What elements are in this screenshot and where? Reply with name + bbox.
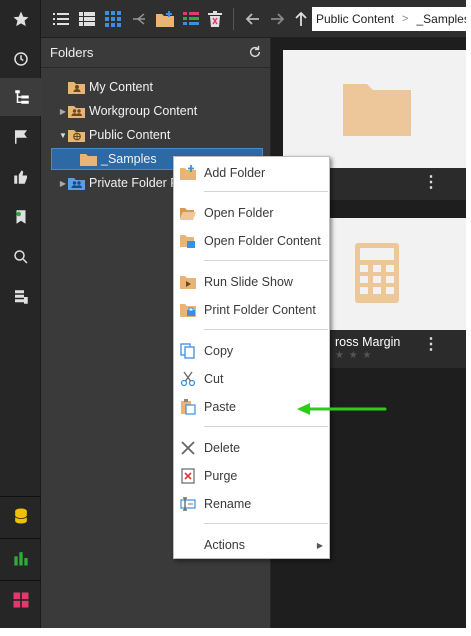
- menu-item-label: Purge: [204, 469, 238, 483]
- collapse-arrow-icon[interactable]: ▼: [58, 131, 68, 140]
- delete-icon: [179, 439, 197, 457]
- annotation-arrow-icon: [297, 403, 387, 415]
- back-arrow-icon[interactable]: [243, 9, 263, 29]
- menu-item-label: Actions: [204, 538, 245, 552]
- more-options-icon[interactable]: ⋮: [423, 175, 439, 191]
- flag-icon[interactable]: [0, 118, 41, 156]
- tile-view-icon[interactable]: [103, 9, 123, 29]
- list-view-icon[interactable]: [51, 9, 71, 29]
- menu-separator: [204, 191, 328, 192]
- menu-separator: [204, 523, 328, 524]
- frame-edge-right: [466, 0, 471, 636]
- menu-item-print-folder-content[interactable]: Print Folder Content: [174, 298, 329, 322]
- thumbs-up-icon[interactable]: [0, 158, 41, 196]
- breadcrumb: Public Content > _Samples: [312, 7, 471, 31]
- folder-icon: [80, 151, 98, 167]
- tree-item-workgroup-content[interactable]: ▶ Workgroup Content: [41, 100, 271, 122]
- menu-item-cut[interactable]: Cut: [174, 367, 329, 391]
- favorites-star-icon[interactable]: [0, 0, 41, 38]
- folders-header: Folders: [41, 38, 270, 68]
- hierarchy-icon[interactable]: [129, 9, 149, 29]
- open-folder-icon: [179, 204, 197, 222]
- menu-item-label: Paste: [204, 400, 236, 414]
- toolbar-divider: [233, 8, 234, 30]
- tree-item-label: _Samples: [101, 152, 157, 166]
- menu-item-label: Cut: [204, 372, 224, 386]
- breadcrumb-chevron-icon: >: [402, 13, 409, 25]
- menu-item-open-folder-content[interactable]: Open Folder Content: [174, 229, 329, 253]
- bookmark-icon[interactable]: [0, 198, 41, 236]
- menu-separator: [204, 426, 328, 427]
- folder-icon: [343, 80, 411, 139]
- tree-item-public-content[interactable]: ▼ Public Content: [41, 124, 271, 146]
- menu-item-label: Rename: [204, 497, 252, 511]
- paste-icon: [179, 398, 197, 416]
- menu-item-open-folder[interactable]: Open Folder: [174, 201, 329, 225]
- expand-arrow-icon[interactable]: ▶: [58, 107, 68, 116]
- expand-arrow-icon[interactable]: ▶: [58, 179, 68, 188]
- menu-item-label: Copy: [204, 344, 234, 358]
- menu-item-copy[interactable]: Copy: [174, 339, 329, 363]
- more-options-icon[interactable]: ⋮: [423, 337, 439, 353]
- print-icon: [179, 301, 197, 319]
- reports-icon[interactable]: [0, 278, 41, 316]
- menu-item-run-slide-show[interactable]: Run Slide Show: [174, 270, 329, 294]
- menu-item-label: Run Slide Show: [204, 275, 293, 289]
- breadcrumb-item-samples[interactable]: _Samples: [412, 12, 471, 26]
- color-list-icon[interactable]: [181, 9, 201, 29]
- menu-item-rename[interactable]: Rename: [174, 492, 329, 516]
- purge-icon: [179, 467, 197, 485]
- copy-icon: [179, 342, 197, 360]
- menu-item-add-folder[interactable]: Add Folder: [174, 161, 329, 185]
- menu-item-label: Add Folder: [204, 166, 266, 180]
- open-folder-content-icon: [179, 232, 197, 250]
- dashboard-grid-icon[interactable]: [0, 580, 41, 618]
- group-folder-icon: [68, 103, 86, 119]
- bar-chart-icon[interactable]: [0, 538, 41, 576]
- add-folder-icon: [179, 164, 197, 182]
- menu-item-label: Print Folder Content: [204, 303, 316, 317]
- database-icon[interactable]: [0, 496, 41, 534]
- menu-separator: [204, 329, 328, 330]
- history-icon[interactable]: [0, 40, 41, 78]
- frame-edge-bottom: [0, 628, 471, 636]
- left-rail: [0, 0, 41, 630]
- tree-item-label: Workgroup Content: [89, 104, 198, 118]
- card-title: ross Margin: [335, 335, 401, 349]
- tree-item-my-content[interactable]: My Content: [41, 76, 271, 98]
- tree-item-label: My Content: [89, 80, 153, 94]
- user-folder-icon: [68, 79, 86, 95]
- forward-arrow-icon[interactable]: [267, 9, 287, 29]
- card-thumbnail: [283, 50, 471, 168]
- menu-item-delete[interactable]: Delete: [174, 436, 329, 460]
- menu-separator: [204, 260, 328, 261]
- rating-stars[interactable]: ★ ★ ★: [335, 350, 372, 361]
- breadcrumb-item-public-content[interactable]: Public Content: [312, 12, 398, 26]
- cut-icon: [179, 370, 197, 388]
- refresh-icon[interactable]: [248, 45, 262, 62]
- calculator-icon: [355, 242, 399, 306]
- context-menu: Add Folder Open Folder Open Folder Conte…: [173, 156, 330, 559]
- folders-title: Folders: [50, 45, 94, 60]
- rename-icon: [179, 495, 197, 513]
- search-icon[interactable]: [0, 238, 41, 276]
- slideshow-icon: [179, 273, 197, 291]
- menu-item-label: Delete: [204, 441, 241, 455]
- folder-tree-icon[interactable]: [0, 78, 41, 116]
- globe-folder-icon: [68, 127, 86, 143]
- up-arrow-icon[interactable]: [291, 9, 311, 29]
- new-folder-icon[interactable]: [155, 9, 175, 29]
- menu-item-purge[interactable]: Purge: [174, 464, 329, 488]
- detail-view-icon[interactable]: [77, 9, 97, 29]
- submenu-arrow-icon: ▶: [316, 540, 323, 550]
- tree-item-label: Private Folder Fo: [89, 176, 185, 190]
- menu-item-label: Open Folder Content: [204, 234, 321, 248]
- trash-icon[interactable]: [205, 9, 225, 29]
- private-folder-icon: [68, 175, 86, 191]
- menu-item-actions[interactable]: Actions ▶: [174, 533, 329, 557]
- tree-item-label: Public Content: [89, 128, 171, 142]
- menu-item-label: Open Folder: [204, 206, 274, 220]
